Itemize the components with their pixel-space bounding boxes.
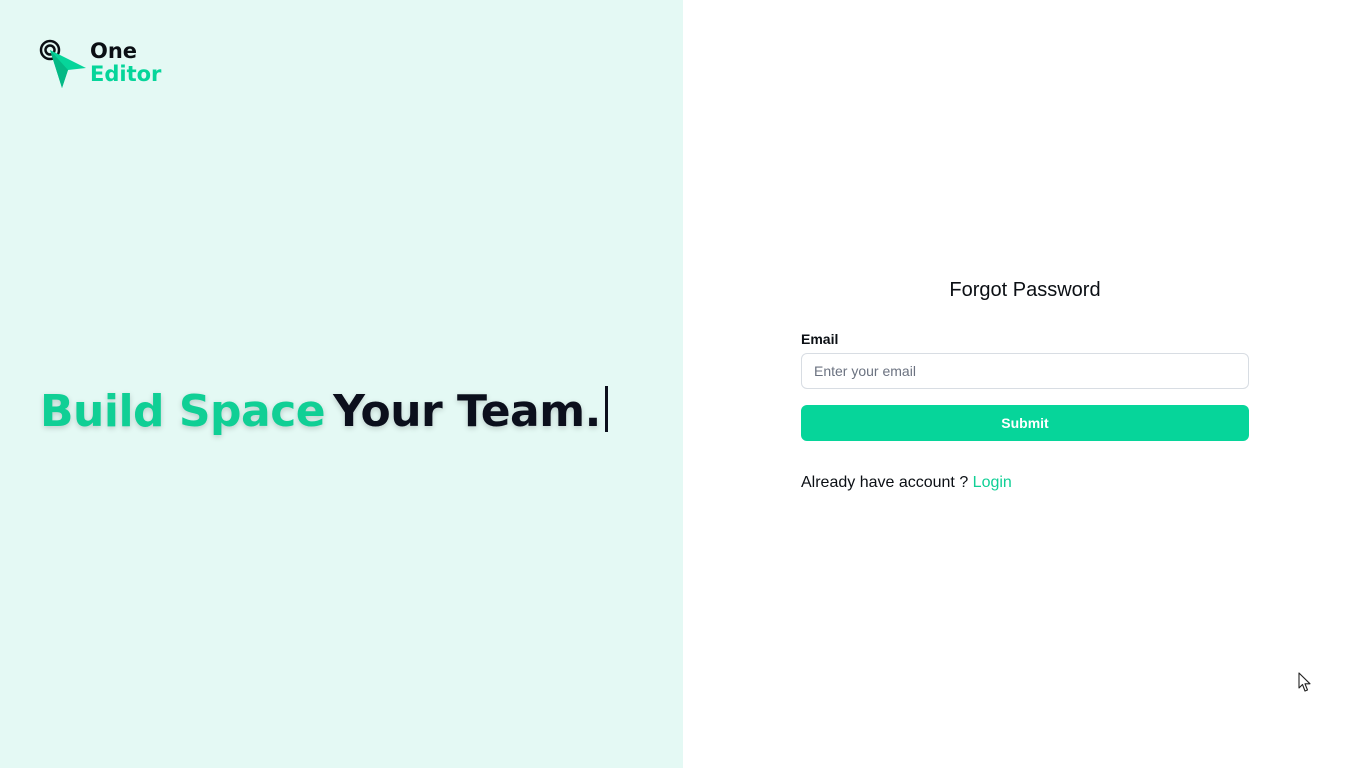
logo-text-editor: Editor — [90, 62, 162, 86]
login-link[interactable]: Login — [973, 474, 1012, 491]
forgot-password-form: Forgot Password Email Submit Already hav… — [801, 276, 1249, 494]
typing-caret — [604, 386, 608, 432]
login-prompt: Already have account ? — [801, 474, 969, 491]
logo-text: One Editor — [90, 40, 161, 86]
hero-rest-text: Your Team. — [333, 386, 601, 437]
submit-button[interactable]: Submit — [801, 405, 1249, 441]
form-title: Forgot Password — [949, 279, 1101, 301]
login-row: Already have account ? Login — [801, 472, 1249, 494]
hero-headline: Build Space Your Team. — [40, 384, 608, 440]
left-panel: One Editor Build Space Your Team. — [0, 0, 683, 768]
mouse-pointer-icon — [1298, 672, 1311, 692]
hero-highlight-text: Build Space — [40, 386, 326, 437]
email-input[interactable] — [801, 353, 1249, 389]
logo-target-arrow-icon — [39, 39, 86, 88]
brand-logo[interactable]: One Editor — [38, 38, 168, 90]
logo-text-one: One — [90, 39, 138, 63]
email-label: Email — [801, 331, 839, 347]
